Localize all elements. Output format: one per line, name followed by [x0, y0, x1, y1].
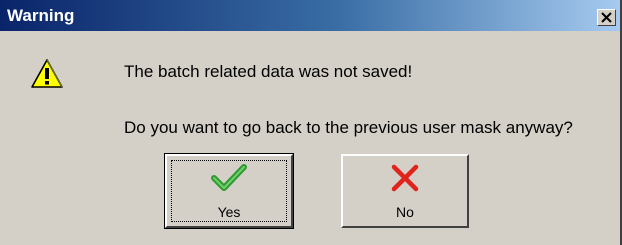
message-line-1: The batch related data was not saved! — [124, 62, 413, 81]
close-icon — [601, 12, 612, 23]
no-button[interactable]: No — [341, 154, 469, 228]
warning-triangle-icon — [31, 59, 63, 88]
x-mark-icon — [391, 164, 419, 192]
dialog-title: Warning — [7, 6, 75, 25]
yes-button-label: Yes — [217, 204, 241, 220]
yes-button[interactable]: Yes — [164, 153, 294, 229]
title-bar[interactable]: Warning — [0, 0, 620, 31]
warning-dialog: Warning The batch related data was not s… — [0, 0, 622, 245]
checkmark-icon — [211, 164, 247, 191]
close-button[interactable] — [597, 9, 616, 26]
message-line-2: Do you want to go back to the previous u… — [124, 118, 573, 137]
no-button-label: No — [396, 204, 414, 220]
